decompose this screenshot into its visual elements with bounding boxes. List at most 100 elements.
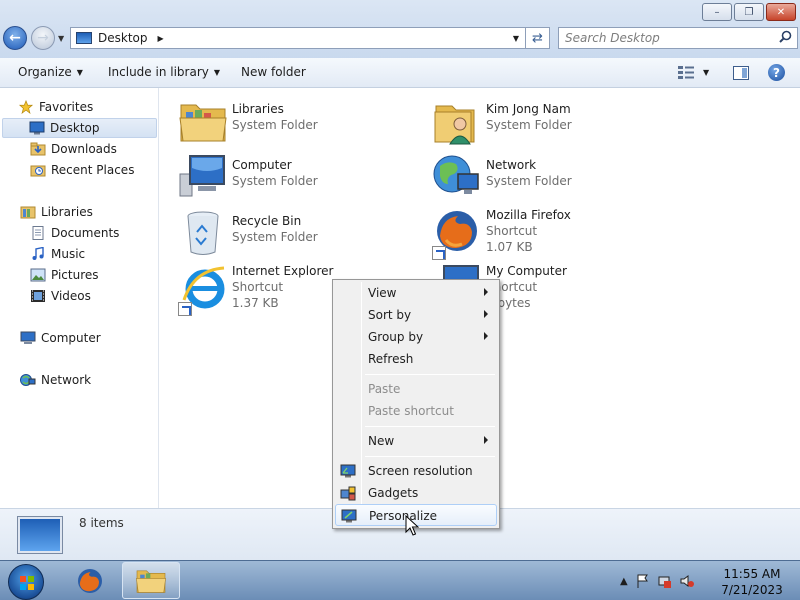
sidebar-item-downloads[interactable]: Downloads [30, 139, 117, 159]
sidebar-item-recent-places[interactable]: Recent Places [30, 160, 134, 180]
preview-pane-icon[interactable] [733, 66, 749, 80]
organize-button[interactable]: Organize ▼ [18, 65, 83, 79]
user-folder-icon [434, 105, 475, 145]
menu-item-view[interactable]: View [335, 282, 497, 304]
sidebar-item-favorites[interactable]: Favorites [18, 97, 93, 117]
sidebar-item-network[interactable]: Network [20, 370, 91, 390]
back-button[interactable]: ← [3, 26, 27, 50]
sidebar-item-documents[interactable]: Documents [30, 223, 119, 243]
new-folder-button[interactable]: New folder [241, 65, 306, 79]
list-item-recycle-bin[interactable]: Recycle Bin System Folder [178, 208, 428, 260]
list-item-computer[interactable]: Computer System Folder [178, 152, 428, 204]
sidebar-item-label: Recent Places [51, 163, 135, 177]
list-item-network[interactable]: Network System Folder [432, 152, 682, 204]
windows-explorer-icon [135, 570, 167, 593]
videos-icon [31, 290, 45, 302]
item-type: System Folder [486, 174, 572, 188]
gadgets-icon [340, 486, 356, 501]
recent-places-icon [30, 165, 46, 177]
change-view-icon[interactable] [678, 66, 694, 79]
sidebar-item-label: Music [51, 247, 86, 261]
forward-button[interactable]: → [31, 26, 55, 50]
menu-item-new[interactable]: New [335, 430, 497, 452]
clock-time: 11:55 AM [723, 567, 781, 581]
menu-item-label: Refresh [368, 352, 414, 366]
sidebar-item-music[interactable]: Music [30, 244, 85, 264]
show-hidden-icons-icon[interactable]: ▲ [620, 576, 628, 587]
list-item-firefox[interactable]: Mozilla Firefox Shortcut 1.07 KB [432, 206, 682, 260]
menu-item-label: Paste shortcut [368, 404, 454, 418]
sidebar-item-videos[interactable]: Videos [30, 286, 91, 306]
refresh-button[interactable]: ⇄ [526, 27, 550, 49]
chevron-down-icon[interactable]: ▼ [513, 34, 519, 43]
arrow-right-icon: → [37, 30, 49, 46]
chevron-right-icon[interactable]: ▶ [158, 34, 164, 43]
music-icon [32, 247, 44, 260]
item-name: Network [486, 158, 537, 172]
refresh-icon: ⇄ [532, 30, 543, 46]
list-item-user-folder[interactable]: Kim Jong Nam System Folder [432, 96, 682, 148]
screen-resolution-icon [340, 464, 356, 478]
item-size: 1.07 KB [486, 240, 533, 254]
clock[interactable]: 11:55 AM 7/21/2023 [716, 566, 788, 598]
menu-separator [365, 456, 495, 457]
sidebar-item-libraries[interactable]: Libraries [20, 202, 93, 222]
submenu-arrow-icon [484, 436, 488, 444]
menu-item-paste-shortcut[interactable]: Paste shortcut [335, 400, 497, 422]
libraries-icon [20, 206, 36, 219]
recycle-bin-icon [187, 211, 219, 255]
system-tray: ▲ [620, 571, 694, 591]
item-count: 8 items [79, 516, 124, 530]
sidebar-item-label: Desktop [50, 121, 100, 135]
sidebar-item-computer[interactable]: Computer [20, 328, 101, 348]
item-type: Shortcut [232, 280, 284, 294]
sidebar-item-label: Pictures [51, 268, 99, 282]
minimize-button[interactable]: – [702, 3, 732, 21]
search-box[interactable] [558, 27, 798, 49]
volume-muted-icon[interactable] [680, 574, 694, 588]
item-name: Internet Explorer [232, 264, 334, 278]
item-type: System Folder [232, 174, 318, 188]
taskbar: ▲ 11:55 AM 7/21/2023 [0, 560, 800, 600]
address-bar[interactable]: Desktop ▶ ▼ [70, 27, 526, 49]
item-name: Computer [232, 158, 292, 172]
sidebar-item-label: Downloads [51, 142, 117, 156]
menu-separator [365, 374, 495, 375]
taskbar-windows-explorer[interactable] [122, 562, 180, 599]
sidebar-item-pictures[interactable]: Pictures [30, 265, 99, 285]
menu-item-group-by[interactable]: Group by [335, 326, 497, 348]
search-input[interactable] [565, 28, 765, 48]
menu-item-label: Screen resolution [368, 464, 473, 478]
desktop-icon [29, 121, 45, 135]
shortcut-arrow-icon [432, 246, 446, 260]
computer-icon [179, 155, 225, 197]
menu-item-gadgets[interactable]: Gadgets [335, 482, 497, 504]
start-button[interactable] [8, 564, 44, 600]
item-name: Recycle Bin [232, 214, 302, 228]
taskbar-firefox[interactable] [70, 563, 110, 599]
include-in-library-button[interactable]: Include in library ▼ [108, 65, 220, 79]
views-dropdown-icon[interactable]: ▼ [703, 68, 709, 77]
menu-item-paste[interactable]: Paste [335, 378, 497, 400]
menu-item-refresh[interactable]: Refresh [335, 348, 497, 370]
menu-item-label: Sort by [368, 308, 412, 322]
menu-item-screen-resolution[interactable]: Screen resolution [335, 460, 497, 482]
personalize-icon [341, 509, 357, 523]
submenu-arrow-icon [484, 332, 488, 340]
list-item-libraries[interactable]: Libraries System Folder [178, 96, 428, 148]
help-icon[interactable]: ? [768, 64, 785, 81]
sidebar-item-desktop[interactable]: Desktop [2, 118, 157, 138]
recent-pages-dropdown[interactable]: ▼ [58, 34, 64, 43]
action-center-flag-icon[interactable] [636, 574, 650, 588]
computer-icon [20, 331, 36, 344]
close-button[interactable]: ✕ [766, 3, 796, 21]
menu-item-sort-by[interactable]: Sort by [335, 304, 497, 326]
command-bar: Organize ▼ Include in library ▼ New folder… [0, 58, 800, 88]
sidebar-item-label: Videos [51, 289, 91, 303]
network-status-icon[interactable] [658, 574, 672, 588]
maximize-button[interactable]: ❐ [734, 3, 764, 21]
breadcrumb-desktop[interactable]: Desktop [98, 31, 148, 45]
context-menu: View Sort by Group by Refresh Paste Past… [332, 279, 500, 529]
search-icon[interactable] [779, 30, 792, 43]
window-titlebar: – ❐ ✕ ← → ▼ Desktop ▶ ▼ ⇄ [0, 0, 800, 58]
